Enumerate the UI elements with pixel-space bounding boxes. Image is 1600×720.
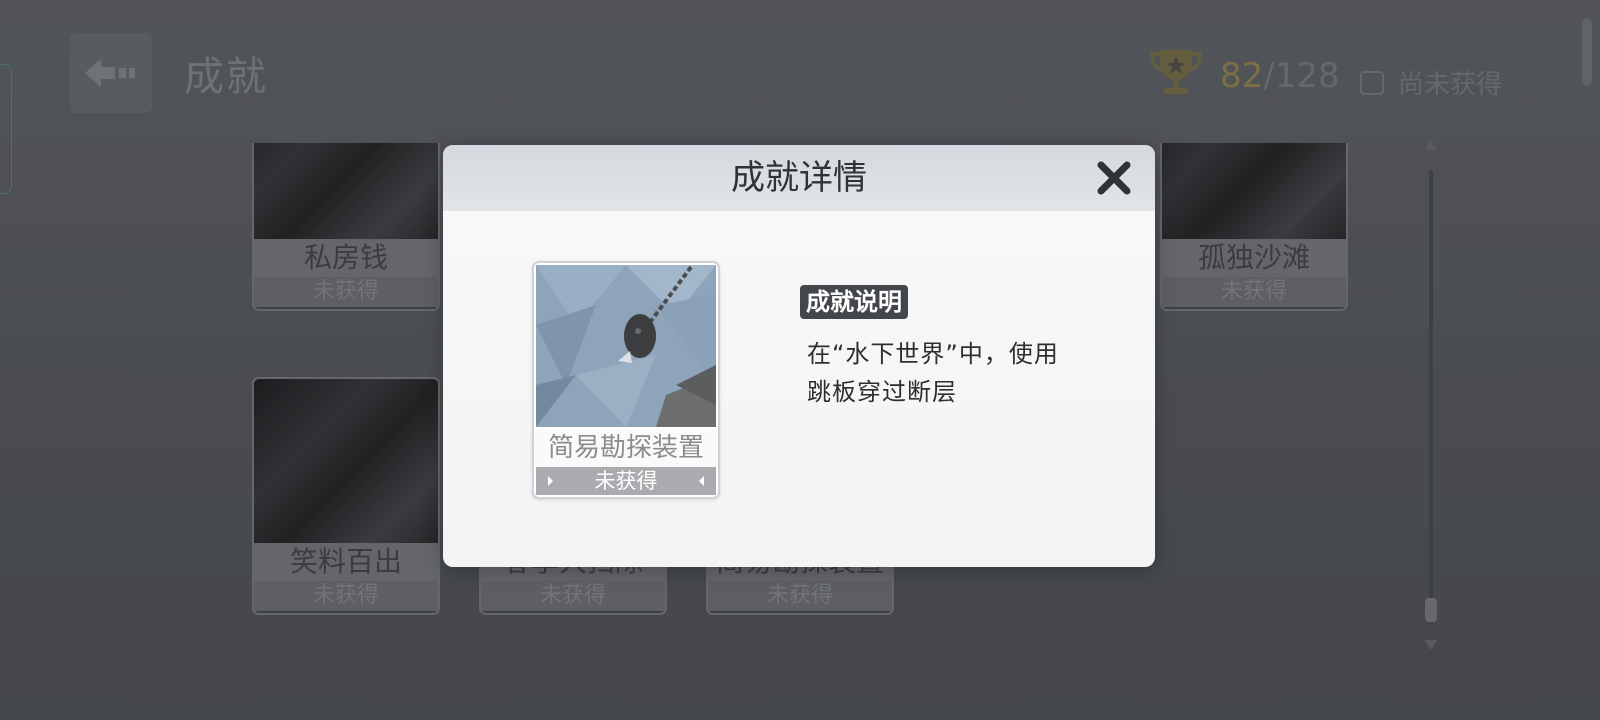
description-heading: 成就说明 (800, 285, 908, 319)
description-line: 跳板穿过断层 (807, 378, 957, 406)
dialog-title: 成就详情 (731, 158, 867, 198)
achievement-name: 简易勘探装置 (534, 429, 718, 467)
achievement-card-selected: 简易勘探装置 未获得 (532, 261, 720, 499)
description-text: 在“水下世界”中，使用 跳板穿过断层 (807, 335, 1107, 411)
description-line: 在“水下世界”中，使用 (807, 340, 1059, 368)
status-right-ornament-icon (699, 476, 704, 486)
achievement-status: 未获得 (536, 467, 716, 495)
achievement-image (536, 265, 716, 427)
achievement-status-text: 未获得 (594, 469, 658, 493)
close-icon[interactable] (1095, 159, 1133, 197)
achievement-detail-dialog: 成就详情 简易勘探装置 未获得 成就说明 在“水下世界”中，使用 跳板穿过断层 (443, 145, 1155, 567)
status-left-ornament-icon (548, 476, 553, 486)
